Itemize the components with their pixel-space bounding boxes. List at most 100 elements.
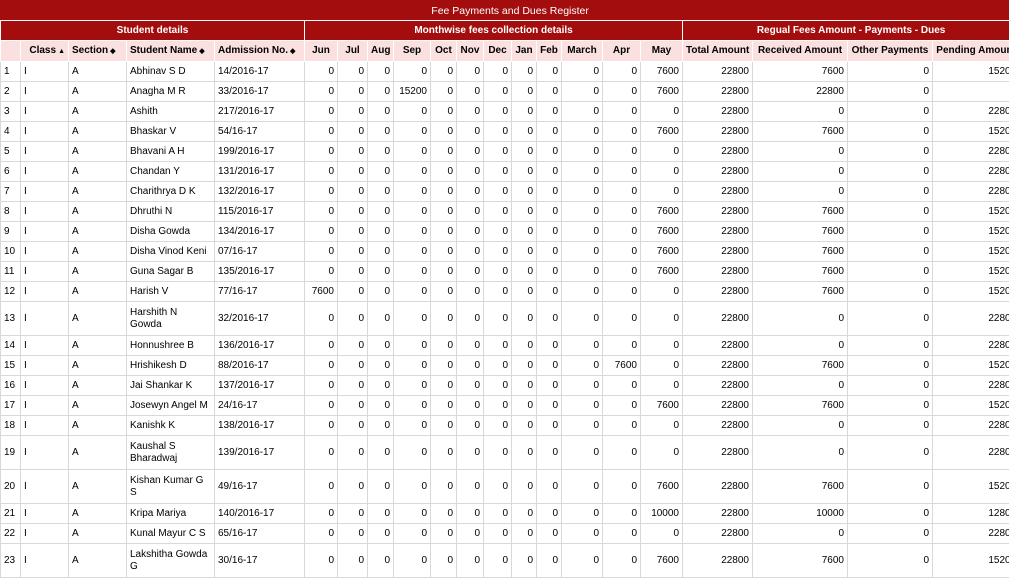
jan-amount-cell: 0 — [511, 435, 537, 470]
aug-amount-cell: 0 — [367, 543, 394, 578]
total-amount-cell: 22800 — [682, 281, 753, 302]
nov-amount-cell: 0 — [456, 355, 484, 376]
jul-amount-cell: 0 — [337, 355, 368, 376]
march-amount-cell: 0 — [561, 121, 603, 142]
jul-amount-cell: 0 — [337, 375, 368, 396]
jul-amount-cell: 0 — [337, 281, 368, 302]
oct-amount-cell: 0 — [430, 435, 457, 470]
total-amount-cell: 22800 — [682, 503, 753, 524]
oct-amount-cell: 0 — [430, 415, 457, 436]
col-header-admission-no[interactable]: Admission No. ◆ — [214, 40, 305, 62]
class-cell: I — [20, 415, 69, 436]
col-header-serial — [0, 40, 21, 62]
col-label-section: Section — [72, 44, 109, 56]
class-cell: I — [20, 375, 69, 396]
admission-no-cell: 217/2016-17 — [214, 101, 305, 122]
jul-amount-cell: 0 — [337, 335, 368, 356]
oct-amount-cell: 0 — [430, 241, 457, 262]
total-amount-cell: 22800 — [682, 301, 753, 336]
may-amount-cell: 7600 — [640, 61, 683, 82]
oct-amount-cell: 0 — [430, 375, 457, 396]
pending-amount-cell: 22800 — [931, 415, 1009, 436]
class-cell: I — [20, 121, 69, 142]
class-cell: I — [20, 335, 69, 356]
dec-amount-cell: 0 — [483, 503, 512, 524]
pending-amount-cell: 0 — [931, 81, 1009, 102]
total-amount-cell: 22800 — [682, 241, 753, 262]
col-header-oct: Oct — [430, 40, 457, 62]
total-amount-cell: 22800 — [682, 355, 753, 376]
nov-amount-cell: 0 — [456, 523, 484, 544]
col-header-section[interactable]: Section ◆ — [68, 40, 127, 62]
dec-amount-cell: 0 — [483, 61, 512, 82]
admission-no-cell: 134/2016-17 — [214, 221, 305, 242]
total-amount-cell: 22800 — [682, 81, 753, 102]
aug-amount-cell: 0 — [367, 395, 394, 416]
aug-amount-cell: 0 — [367, 101, 394, 122]
aug-amount-cell: 0 — [367, 261, 394, 282]
may-amount-cell: 7600 — [640, 469, 683, 504]
nov-amount-cell: 0 — [456, 415, 484, 436]
student-name-cell: Jai Shankar K — [126, 375, 215, 396]
nov-amount-cell: 0 — [456, 435, 484, 470]
section-cell: A — [68, 241, 127, 262]
student-name-cell: Kripa Mariya — [126, 503, 215, 524]
pending-amount-cell: 22800 — [931, 141, 1009, 162]
jul-amount-cell: 0 — [337, 523, 368, 544]
col-header-aug: Aug — [367, 40, 394, 62]
col-header-student-name[interactable]: Student Name ◆ — [126, 40, 215, 62]
total-amount-cell: 22800 — [682, 261, 753, 282]
feb-amount-cell: 0 — [536, 201, 562, 222]
jul-amount-cell: 0 — [337, 201, 368, 222]
may-amount-cell: 0 — [640, 281, 683, 302]
may-amount-cell: 7600 — [640, 121, 683, 142]
apr-amount-cell: 0 — [602, 435, 641, 470]
class-cell: I — [20, 355, 69, 376]
march-amount-cell: 0 — [561, 81, 603, 102]
received-amount-cell: 0 — [752, 161, 848, 182]
section-cell: A — [68, 201, 127, 222]
serial-number-cell: 17 — [0, 395, 21, 416]
table-row: 23 I A Lakshitha Gowda G 30/16-17 0 0 0 0 0 0 0 0 0 0 0… — [0, 543, 1009, 578]
received-amount-cell: 10000 — [752, 503, 848, 524]
col-label-admission-no: Admission No. — [218, 44, 289, 56]
sep-amount-cell: 0 — [393, 281, 431, 302]
apr-amount-cell: 0 — [602, 61, 641, 82]
march-amount-cell: 0 — [561, 221, 603, 242]
dec-amount-cell: 0 — [483, 415, 512, 436]
jan-amount-cell: 0 — [511, 281, 537, 302]
section-cell: A — [68, 355, 127, 376]
admission-no-cell: 132/2016-17 — [214, 181, 305, 202]
nov-amount-cell: 0 — [456, 241, 484, 262]
page-title: Fee Payments and Dues Register — [0, 0, 1009, 21]
jan-amount-cell: 0 — [511, 301, 537, 336]
other-payments-cell: 0 — [847, 141, 933, 162]
pending-amount-cell: 15200 — [931, 281, 1009, 302]
march-amount-cell: 0 — [561, 469, 603, 504]
other-payments-cell: 0 — [847, 503, 933, 524]
serial-number-cell: 2 — [0, 81, 21, 102]
student-name-cell: Anagha M R — [126, 81, 215, 102]
serial-number-cell: 20 — [0, 469, 21, 504]
aug-amount-cell: 0 — [367, 201, 394, 222]
feb-amount-cell: 0 — [536, 141, 562, 162]
class-cell: I — [20, 201, 69, 222]
dec-amount-cell: 0 — [483, 261, 512, 282]
apr-amount-cell: 0 — [602, 101, 641, 122]
received-amount-cell: 0 — [752, 101, 848, 122]
received-amount-cell: 7600 — [752, 281, 848, 302]
apr-amount-cell: 0 — [602, 415, 641, 436]
jul-amount-cell: 0 — [337, 415, 368, 436]
feb-amount-cell: 0 — [536, 469, 562, 504]
dec-amount-cell: 0 — [483, 201, 512, 222]
aug-amount-cell: 0 — [367, 301, 394, 336]
jun-amount-cell: 0 — [304, 543, 338, 578]
admission-no-cell: 131/2016-17 — [214, 161, 305, 182]
jan-amount-cell: 0 — [511, 415, 537, 436]
serial-number-cell: 16 — [0, 375, 21, 396]
admission-no-cell: 30/16-17 — [214, 543, 305, 578]
admission-no-cell: 07/16-17 — [214, 241, 305, 262]
nov-amount-cell: 0 — [456, 201, 484, 222]
pending-amount-cell: 15200 — [931, 221, 1009, 242]
col-header-class[interactable]: Class ▲︎ — [20, 40, 69, 62]
